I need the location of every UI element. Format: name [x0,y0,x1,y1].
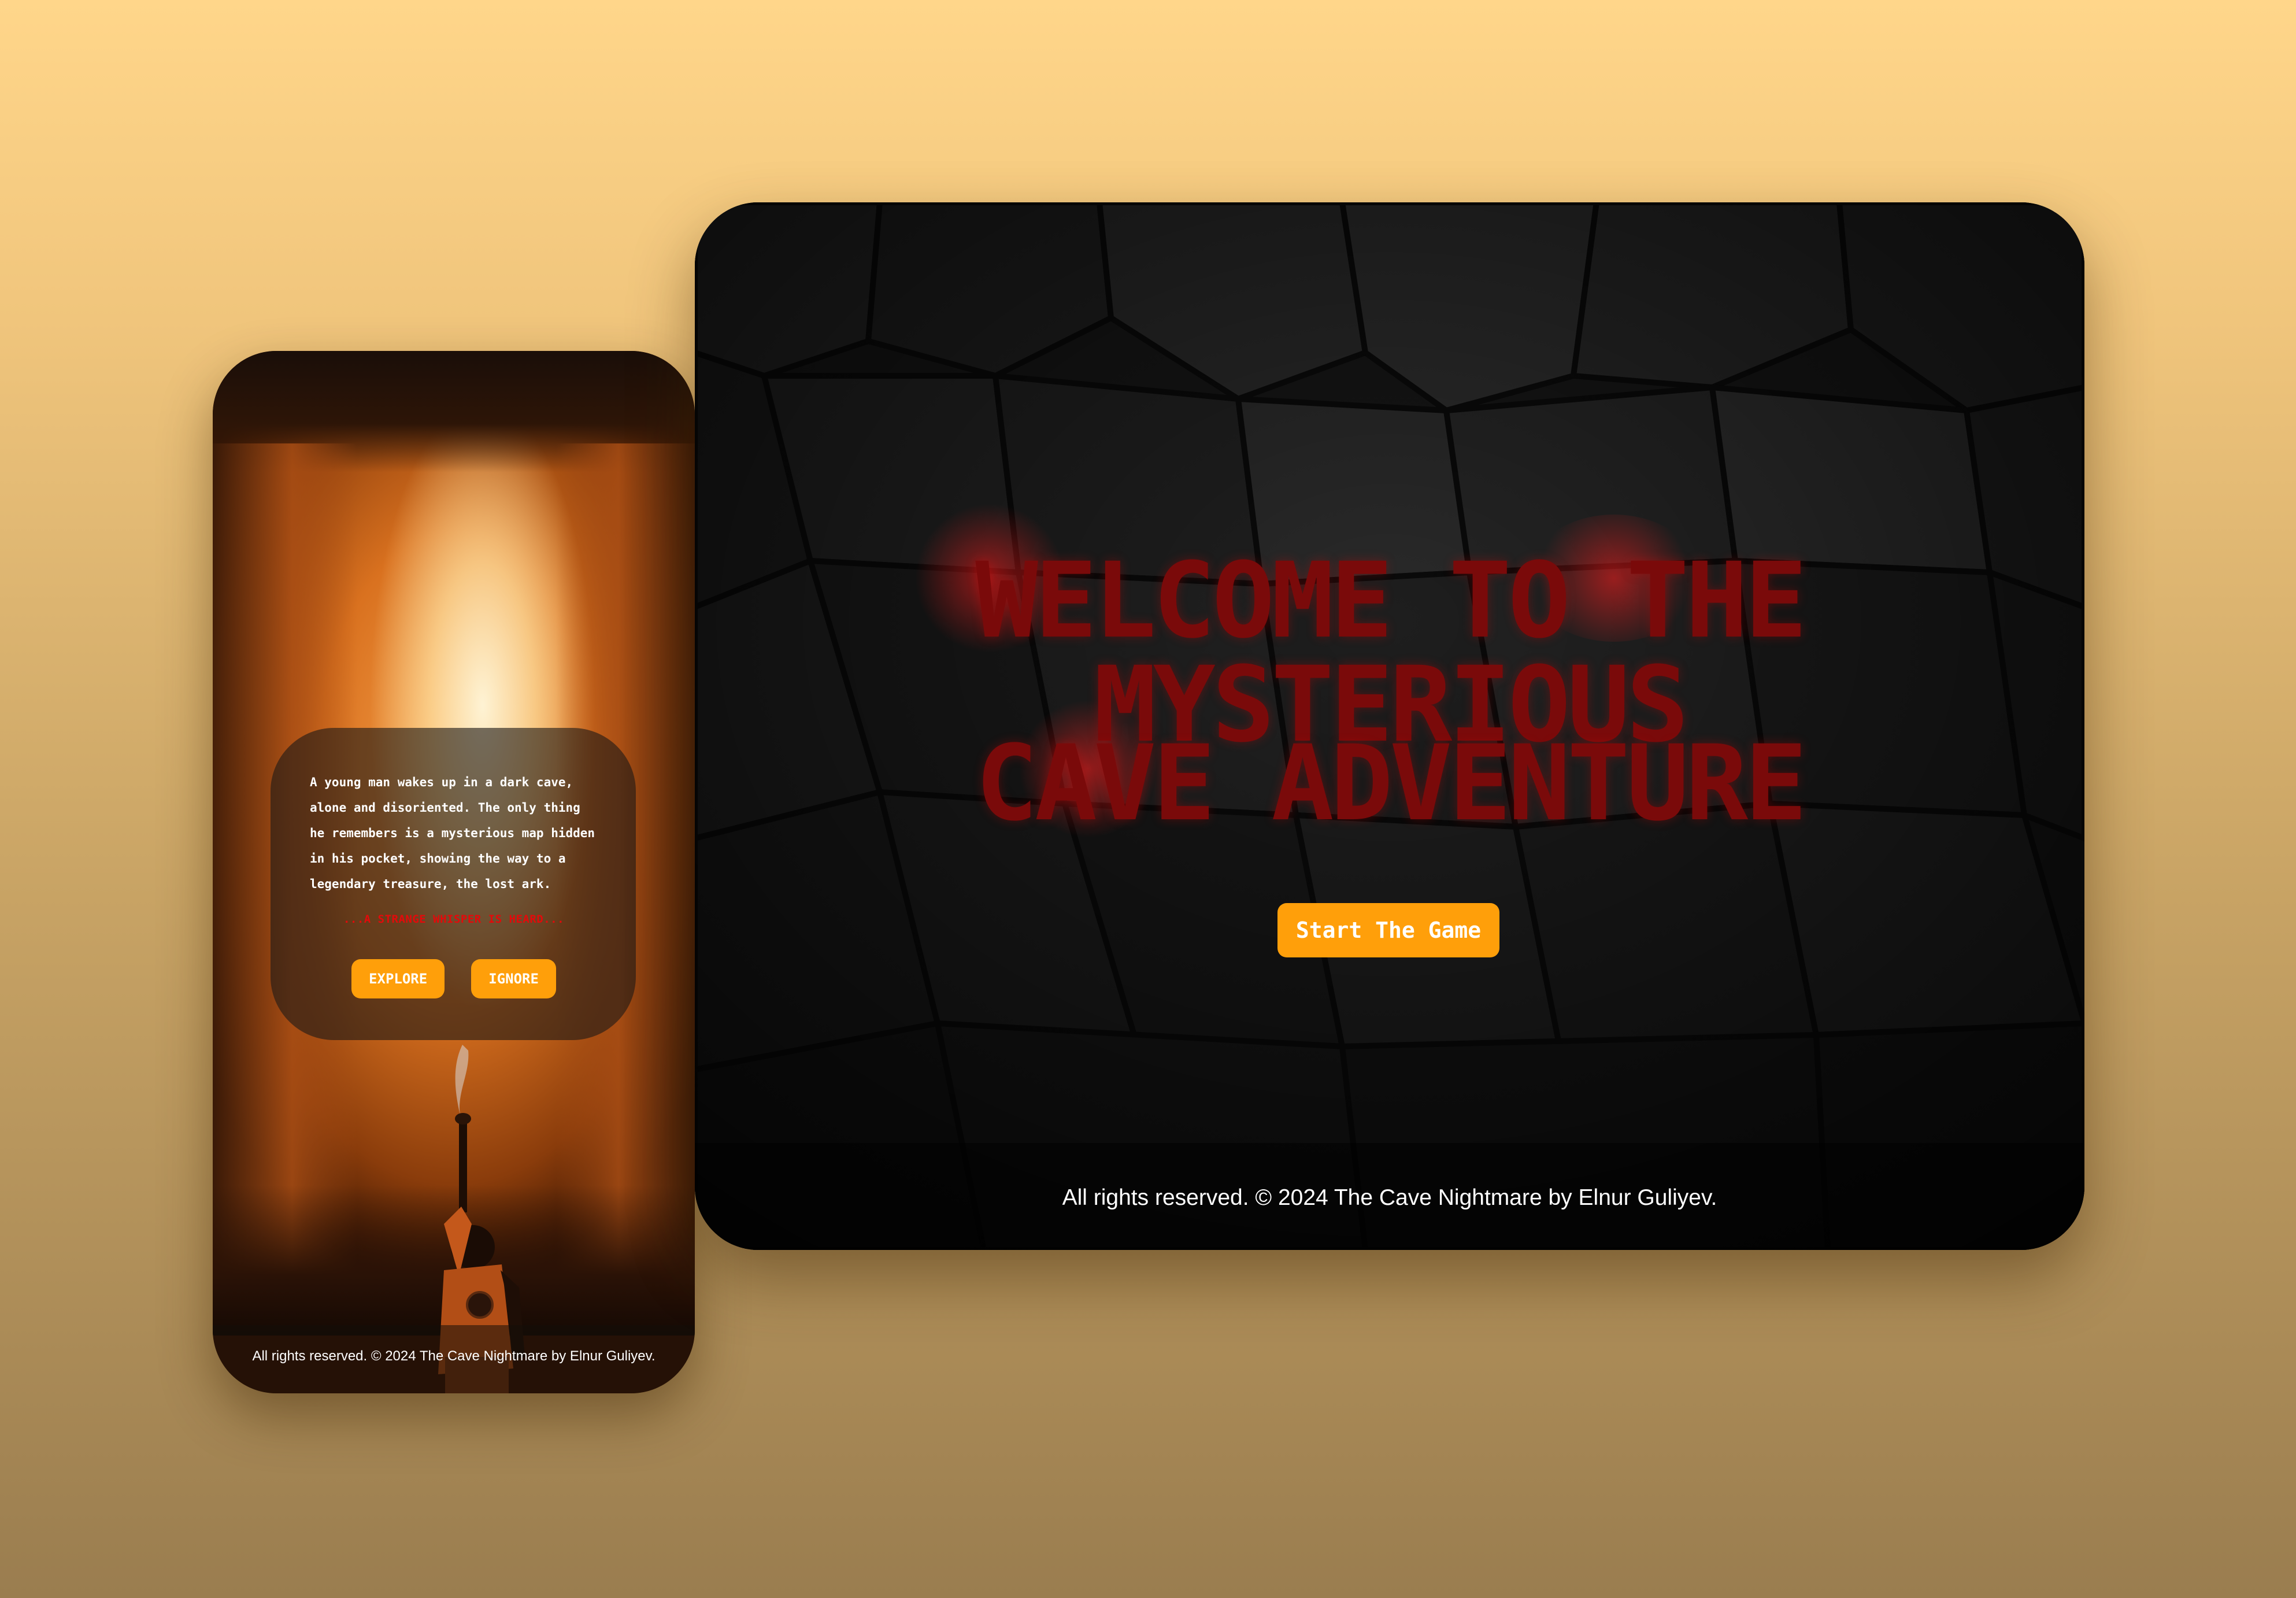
page-title-line-2: CAVE ADVENTURE [975,723,1807,844]
desktop-footer: All rights reserved. © 2024 The Cave Nig… [695,1143,2084,1250]
mobile-screen: A young man wakes up in a dark cave, alo… [213,351,695,1393]
story-dialog: A young man wakes up in a dark cave, alo… [271,728,636,1040]
mobile-footer: All rights reserved. © 2024 The Cave Nig… [213,1325,695,1393]
start-game-button[interactable]: Start The Game [1277,903,1499,957]
ignore-button[interactable]: IGNORE [471,959,556,998]
story-text: A young man wakes up in a dark cave, alo… [310,775,595,891]
whisper-text: ...A STRANGE WHISPER IS HEARD... [343,913,565,926]
explore-button[interactable]: EXPLORE [351,959,445,998]
story-actions: EXPLORE IGNORE [310,959,598,998]
desktop-screen: WELCOME TO THE MYSTERIOUS CAVE ADVENTURE… [695,202,2084,1250]
page: { "mobile": { "story_text": "A young man… [0,0,2296,1598]
